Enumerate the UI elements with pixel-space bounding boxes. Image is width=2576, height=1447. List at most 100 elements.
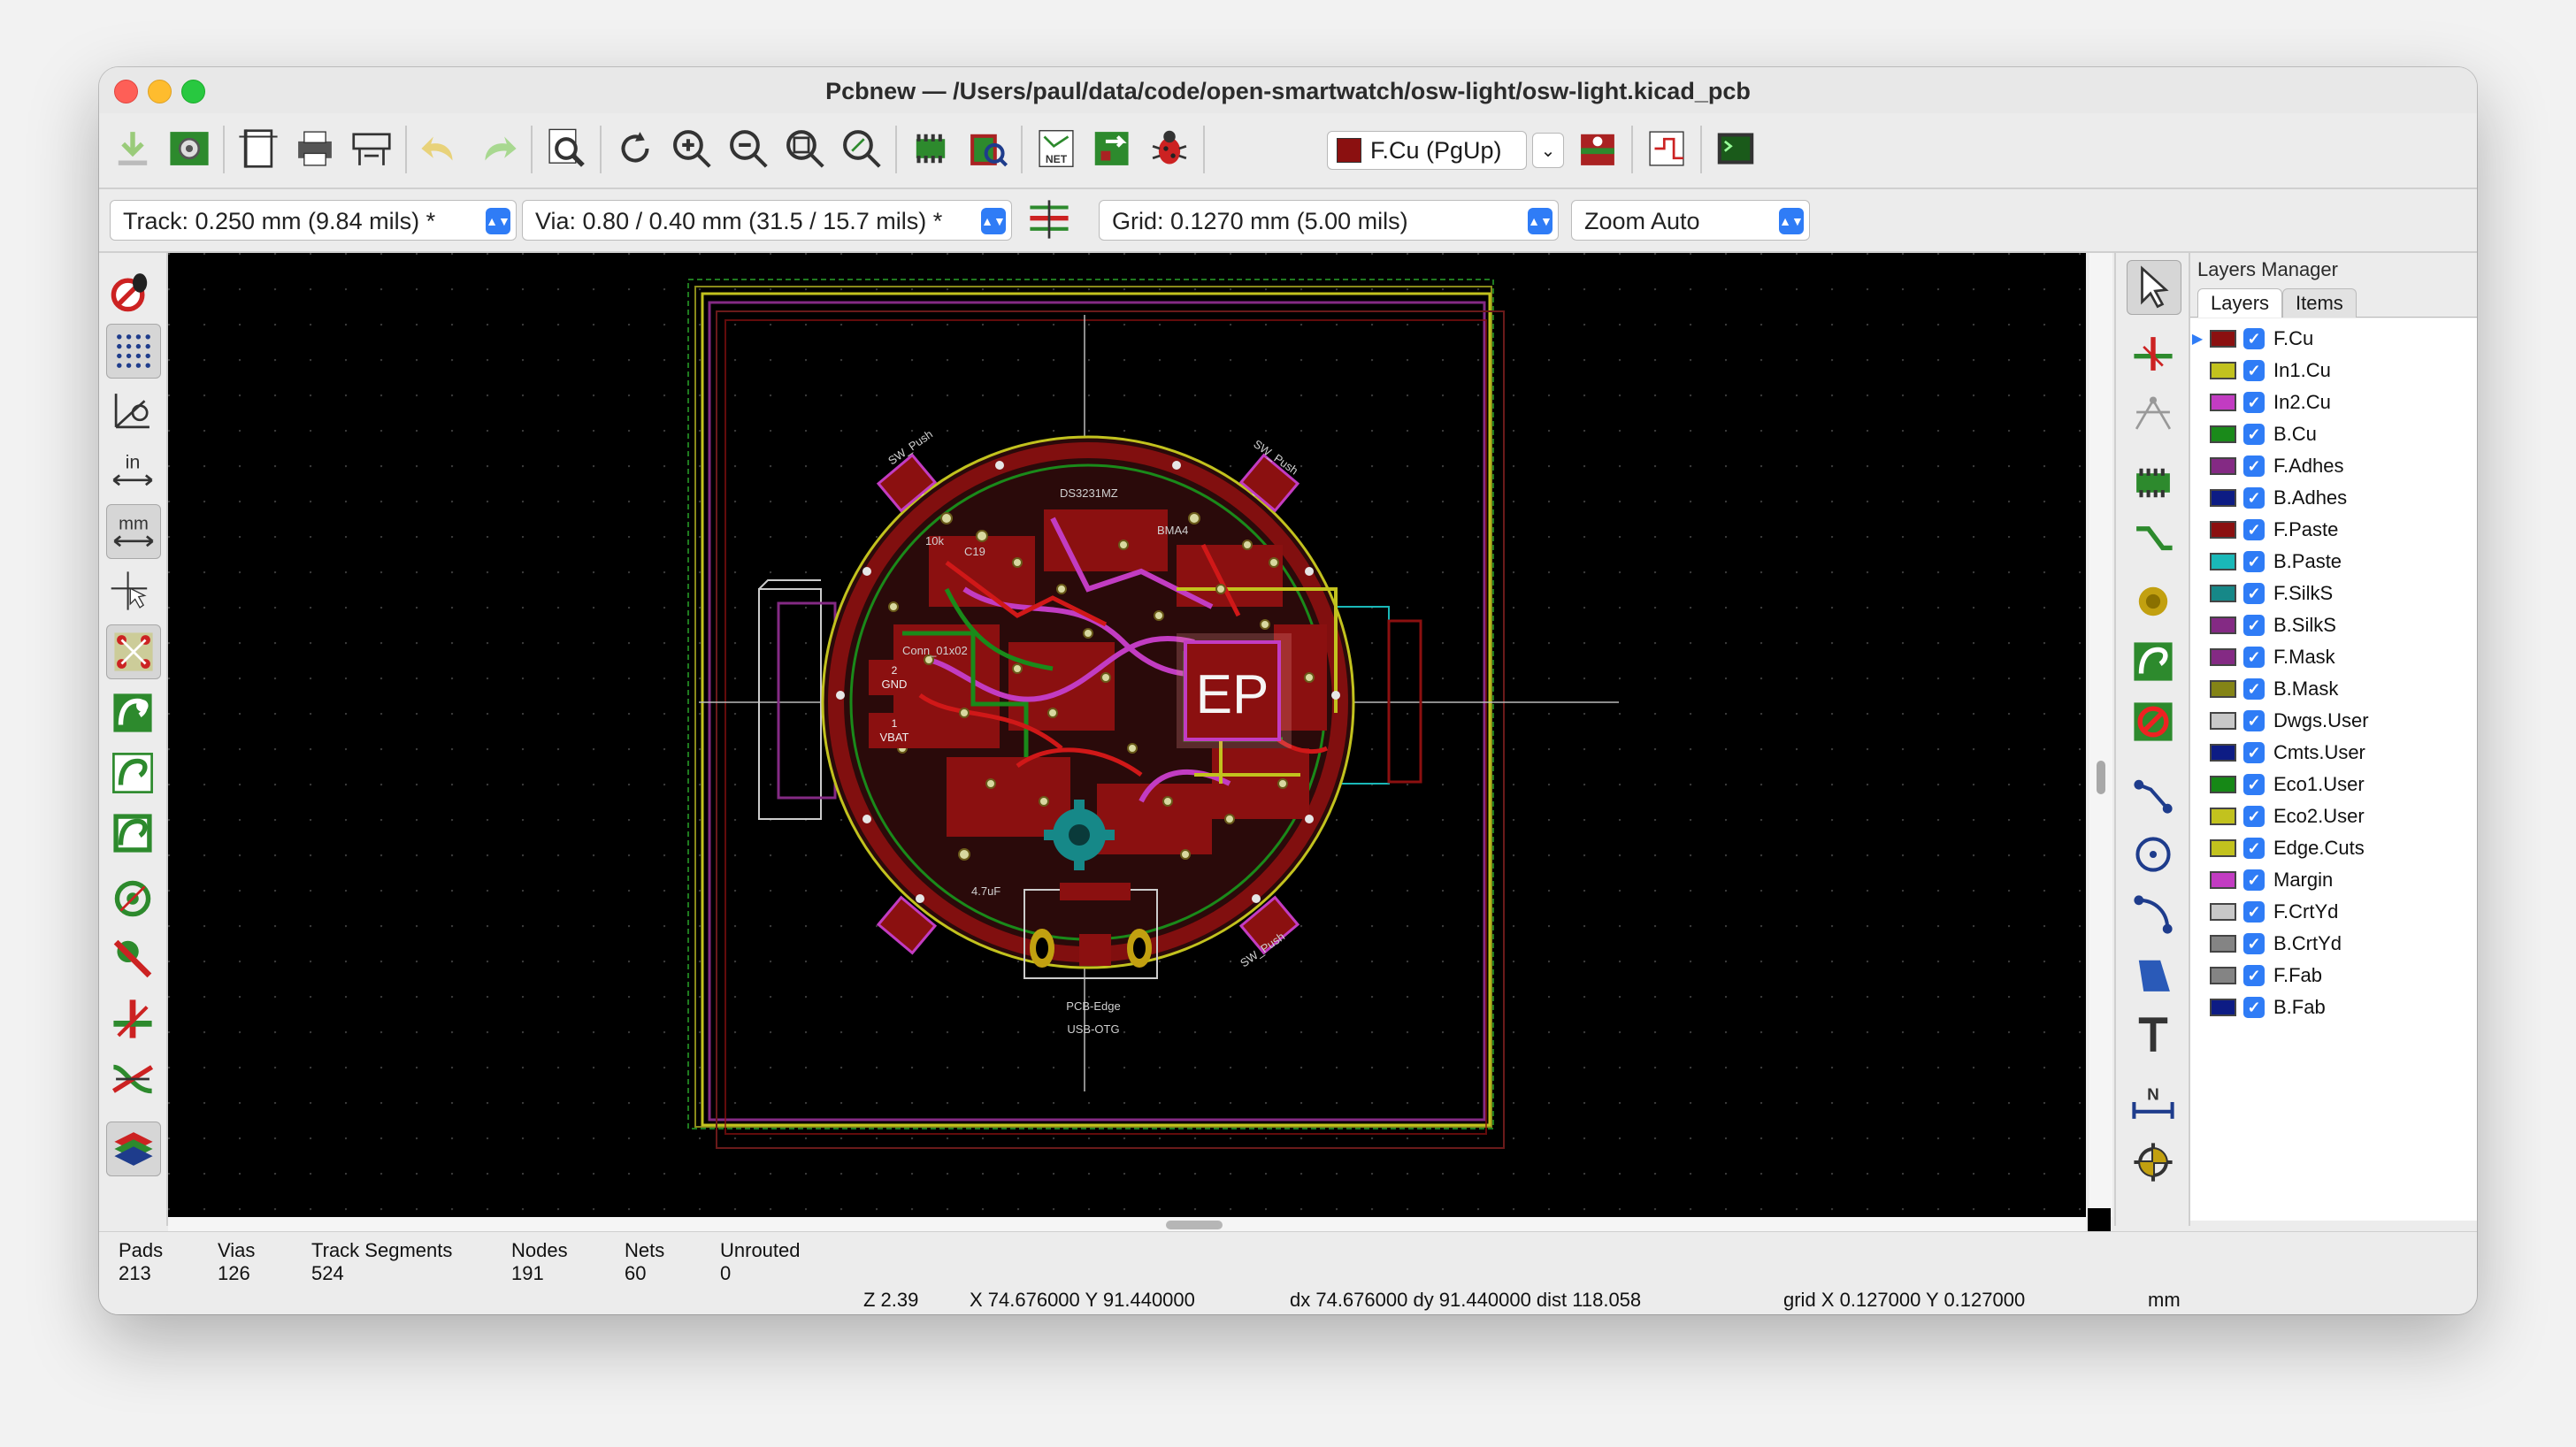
layer-color-swatch[interactable] xyxy=(2210,776,2236,793)
layer-color-swatch[interactable] xyxy=(2210,999,2236,1016)
layer-row[interactable]: ✓ F.CrtYd xyxy=(2190,897,2477,927)
layer-row[interactable]: ✓ F.Paste xyxy=(2190,515,2477,545)
tab-items[interactable]: Items xyxy=(2282,288,2357,318)
layer-visibility-checkbox[interactable]: ✓ xyxy=(2243,965,2265,986)
layer-color-swatch[interactable] xyxy=(2210,839,2236,857)
track-fill-icon[interactable] xyxy=(106,807,159,860)
layer-visibility-checkbox[interactable]: ✓ xyxy=(2243,456,2265,477)
footprint-editor-icon[interactable] xyxy=(904,122,957,175)
zoom-selection-icon[interactable] xyxy=(835,122,888,175)
via-fill-icon[interactable] xyxy=(106,746,159,800)
cursor-shape-icon[interactable] xyxy=(106,564,159,617)
redo-icon[interactable] xyxy=(471,122,524,175)
place-origin-icon[interactable] xyxy=(2127,1136,2180,1189)
horizontal-scrollbar[interactable] xyxy=(168,1217,2086,1231)
layer-visibility-checkbox[interactable]: ✓ xyxy=(2243,487,2265,509)
layer-visibility-checkbox[interactable]: ✓ xyxy=(2243,742,2265,763)
layer-row[interactable]: ✓ B.Fab xyxy=(2190,992,2477,1022)
add-via-icon[interactable] xyxy=(2127,575,2180,628)
layer-visibility-checkbox[interactable]: ✓ xyxy=(2243,328,2265,349)
layer-color-swatch[interactable] xyxy=(2210,394,2236,411)
update-pcb-icon[interactable] xyxy=(1086,122,1139,175)
footprint-viewer-icon[interactable] xyxy=(961,122,1014,175)
print-icon[interactable] xyxy=(288,122,341,175)
layer-visibility-checkbox[interactable]: ✓ xyxy=(2243,933,2265,954)
layer-visibility-checkbox[interactable]: ✓ xyxy=(2243,901,2265,923)
layer-row[interactable]: ✓ Dwgs.User xyxy=(2190,706,2477,736)
pcb-canvas[interactable]: EP 2 GND 1 VBAT SW_Push SW_Push SW_Push … xyxy=(168,253,2086,1217)
layer-visibility-checkbox[interactable]: ✓ xyxy=(2243,647,2265,668)
zone-outline-icon[interactable] xyxy=(106,872,159,925)
layers-manager-toggle-icon[interactable] xyxy=(106,1122,161,1176)
layer-color-swatch[interactable] xyxy=(2210,935,2236,953)
inch-units-icon[interactable]: in xyxy=(106,444,159,497)
pad-fill-icon[interactable] xyxy=(106,686,159,739)
layer-visibility-checkbox[interactable]: ✓ xyxy=(2243,392,2265,413)
drc-bug-icon[interactable] xyxy=(1143,122,1196,175)
layer-color-swatch[interactable] xyxy=(2210,680,2236,698)
layer-visibility-checkbox[interactable]: ✓ xyxy=(2243,519,2265,540)
layer-visibility-checkbox[interactable]: ✓ xyxy=(2243,360,2265,381)
layer-row[interactable]: ✓ Edge.Cuts xyxy=(2190,833,2477,863)
high-contrast-icon[interactable] xyxy=(106,992,159,1045)
layer-color-swatch[interactable] xyxy=(2210,457,2236,475)
select-arrow-icon[interactable] xyxy=(2127,260,2181,315)
layer-row[interactable]: ✓ In2.Cu xyxy=(2190,387,2477,417)
layer-color-swatch[interactable] xyxy=(2210,808,2236,825)
add-keepout-icon[interactable] xyxy=(2127,695,2180,748)
zoom-select[interactable]: Zoom Auto ▲▼ xyxy=(1571,200,1810,241)
layer-pair-icon[interactable] xyxy=(1571,122,1624,175)
draw-circle-icon[interactable] xyxy=(2127,828,2180,881)
layer-visibility-checkbox[interactable]: ✓ xyxy=(2243,838,2265,859)
draw-arc-icon[interactable] xyxy=(2127,888,2180,941)
layer-visibility-checkbox[interactable]: ✓ xyxy=(2243,869,2265,891)
draw-line-icon[interactable] xyxy=(2127,768,2180,821)
zoom-in-icon[interactable] xyxy=(665,122,718,175)
polar-coords-icon[interactable] xyxy=(106,384,159,437)
plot-icon[interactable] xyxy=(345,122,398,175)
zoom-fit-icon[interactable] xyxy=(778,122,832,175)
layer-row[interactable]: ✓ B.Mask xyxy=(2190,674,2477,704)
layer-row[interactable]: ✓ F.Mask xyxy=(2190,642,2477,672)
page-settings-icon[interactable] xyxy=(232,122,285,175)
layer-row[interactable]: ✓ Eco2.User xyxy=(2190,801,2477,831)
layer-visibility-checkbox[interactable]: ✓ xyxy=(2243,615,2265,636)
scripting-console-icon[interactable] xyxy=(1709,122,1762,175)
layer-visibility-checkbox[interactable]: ✓ xyxy=(2243,678,2265,700)
refresh-icon[interactable] xyxy=(609,122,662,175)
layer-row[interactable]: ✓ B.Adhes xyxy=(2190,483,2477,513)
layer-row[interactable]: ✓ F.Adhes xyxy=(2190,451,2477,481)
layer-color-swatch[interactable] xyxy=(2210,967,2236,984)
layer-color-swatch[interactable] xyxy=(2210,744,2236,762)
layer-color-swatch[interactable] xyxy=(2210,489,2236,507)
ratsnest-icon[interactable] xyxy=(106,624,161,679)
layer-color-swatch[interactable] xyxy=(2210,616,2236,634)
mm-units-icon[interactable]: mm xyxy=(106,504,161,559)
layer-color-swatch[interactable] xyxy=(2210,585,2236,602)
route-track-icon[interactable] xyxy=(2127,517,2180,570)
layer-color-swatch[interactable] xyxy=(2210,330,2236,348)
board-setup-icon[interactable] xyxy=(163,122,216,175)
find-icon[interactable] xyxy=(540,122,593,175)
layer-visibility-checkbox[interactable]: ✓ xyxy=(2243,806,2265,827)
layer-visibility-checkbox[interactable]: ✓ xyxy=(2243,710,2265,731)
tab-layers[interactable]: Layers xyxy=(2197,288,2283,318)
draw-polygon-icon[interactable] xyxy=(2127,948,2180,1001)
layer-visibility-checkbox[interactable]: ✓ xyxy=(2243,583,2265,604)
layer-color-swatch[interactable] xyxy=(2210,521,2236,539)
grid-display-icon[interactable] xyxy=(106,324,161,379)
layer-dropdown-button[interactable]: ⌄ xyxy=(1532,133,1564,168)
horizontal-scroll-thumb[interactable] xyxy=(1166,1221,1223,1229)
microwave-icon[interactable] xyxy=(1640,122,1693,175)
undo-icon[interactable] xyxy=(414,122,467,175)
layer-visibility-checkbox[interactable]: ✓ xyxy=(2243,551,2265,572)
layer-color-swatch[interactable] xyxy=(2210,648,2236,666)
layer-row[interactable]: ✓ B.Cu xyxy=(2190,419,2477,449)
download-icon[interactable] xyxy=(106,122,159,175)
layer-color-swatch[interactable] xyxy=(2210,553,2236,570)
auto-track-width-icon[interactable] xyxy=(1023,193,1076,246)
layer-visibility-checkbox[interactable]: ✓ xyxy=(2243,997,2265,1018)
via-size-select[interactable]: Via: 0.80 / 0.40 mm (31.5 / 15.7 mils) *… xyxy=(522,200,1012,241)
grid-size-select[interactable]: Grid: 0.1270 mm (5.00 mils) ▲▼ xyxy=(1099,200,1559,241)
track-width-select[interactable]: Track: 0.250 mm (9.84 mils) * ▲▼ xyxy=(110,200,517,241)
